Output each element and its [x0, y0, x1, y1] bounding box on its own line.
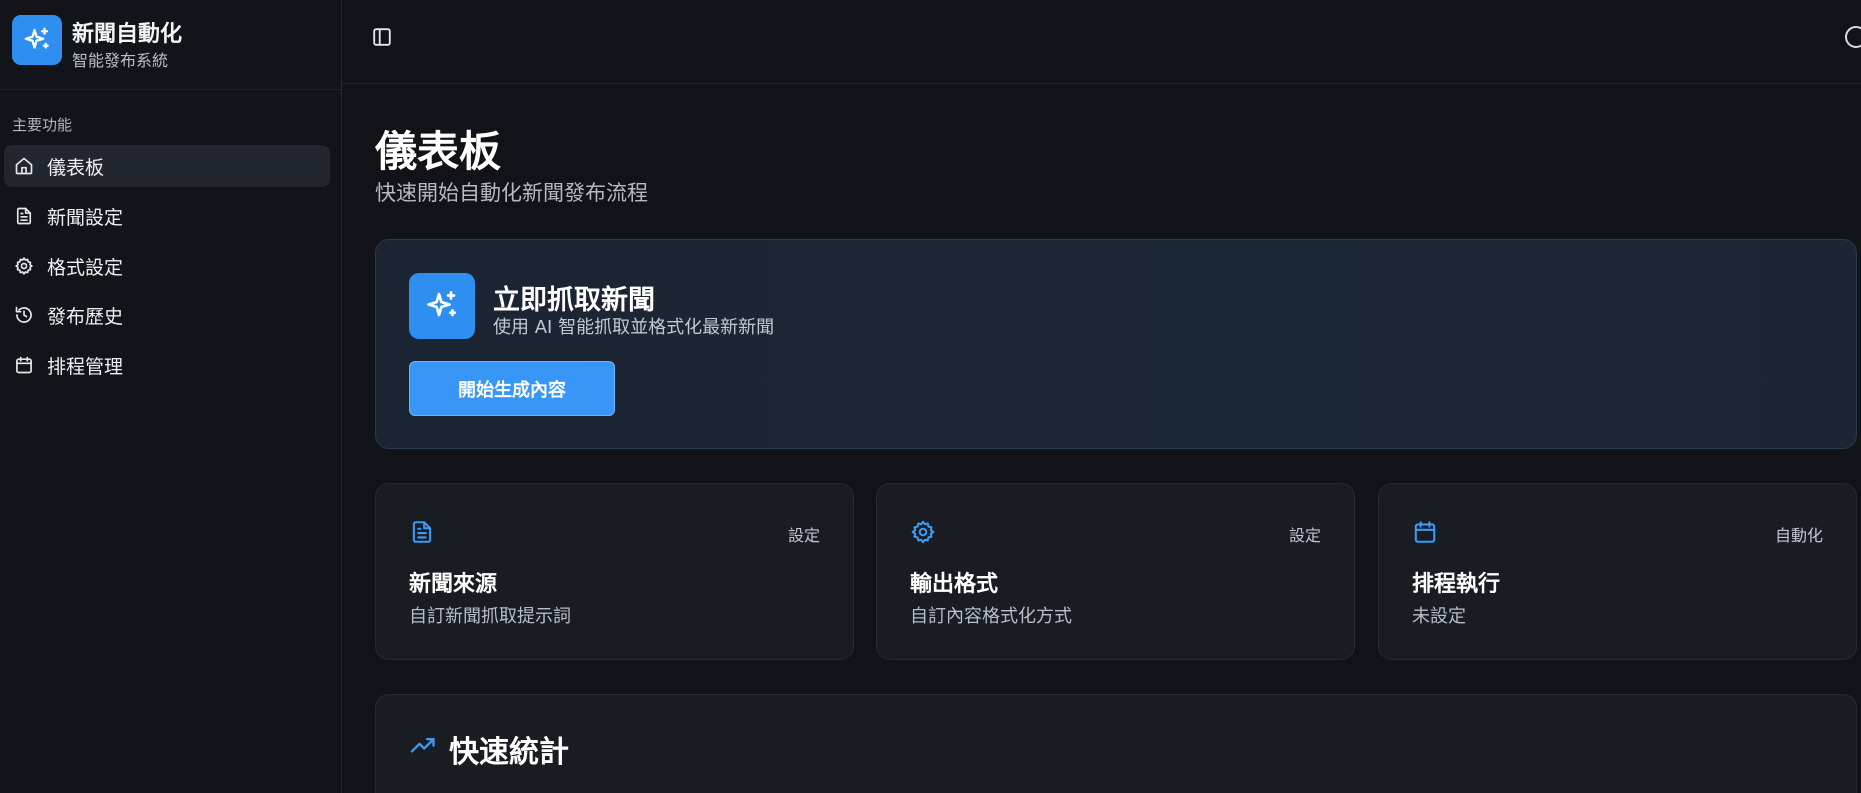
brand-title: 新聞自動化 — [72, 22, 183, 47]
document-icon — [13, 205, 35, 227]
hero-subtitle: 使用 AI 智能抓取並格式化最新新聞 — [493, 317, 775, 338]
calendar-icon — [1411, 518, 1439, 546]
hero-icon-box — [409, 273, 475, 339]
hero-card: 立即抓取新聞 使用 AI 智能抓取並格式化最新新聞 開始生成內容 — [375, 239, 1857, 449]
card-news-source[interactable]: 設定 新聞來源 自訂新聞抓取提示詞 — [375, 483, 854, 660]
app-root: 新聞自動化 智能發布系統 主要功能 儀表板 新聞設定 格式設定 發布歷史 排程管… — [0, 0, 1861, 793]
document-icon — [408, 518, 436, 546]
gear-icon — [13, 255, 35, 277]
hero-title: 立即抓取新聞 — [493, 285, 655, 316]
sidebar-item-publish-history[interactable]: 發布歷史 — [4, 294, 330, 336]
card-subtitle: 自訂內容格式化方式 — [910, 606, 1072, 627]
card-badge: 設定 — [1288, 526, 1321, 545]
sidebar-item-schedule[interactable]: 排程管理 — [4, 344, 330, 386]
card-title: 新聞來源 — [409, 572, 498, 597]
sidebar-item-dashboard[interactable]: 儀表板 — [4, 145, 330, 187]
card-subtitle: 未設定 — [1412, 606, 1466, 627]
sidebar-item-label: 儀表板 — [47, 156, 105, 179]
card-subtitle: 自訂新聞抓取提示詞 — [409, 606, 571, 627]
sidebar-item-label: 新聞設定 — [47, 206, 124, 229]
quick-stats-card: 快速統計 — [375, 694, 1857, 793]
sidebar-item-news-settings[interactable]: 新聞設定 — [4, 195, 330, 237]
sidebar-item-label: 發布歷史 — [47, 305, 124, 328]
sidebar: 新聞自動化 智能發布系統 主要功能 儀表板 新聞設定 格式設定 發布歷史 排程管… — [0, 0, 342, 793]
sidebar-toggle-button[interactable] — [369, 24, 395, 50]
trending-up-icon — [409, 731, 437, 759]
card-schedule[interactable]: 自動化 排程執行 未設定 — [1378, 483, 1857, 660]
sidebar-item-format-settings[interactable]: 格式設定 — [4, 245, 330, 287]
brand-header: 新聞自動化 智能發布系統 — [0, 0, 341, 90]
sparkles-icon — [427, 291, 457, 317]
card-output-format[interactable]: 設定 輸出格式 自訂內容格式化方式 — [876, 483, 1355, 660]
card-badge: 自動化 — [1774, 526, 1823, 545]
gear-icon — [909, 518, 937, 546]
brand-subtitle: 智能發布系統 — [72, 51, 169, 70]
sidebar-toggle-icon — [373, 28, 391, 46]
page-title: 儀表板 — [375, 127, 502, 176]
nav-section-label: 主要功能 — [12, 116, 73, 134]
sidebar-item-label: 格式設定 — [47, 256, 124, 279]
calendar-icon — [13, 354, 35, 376]
top-bar — [342, 0, 1861, 84]
history-icon — [13, 304, 35, 326]
card-title: 輸出格式 — [910, 572, 999, 597]
sparkles-icon — [24, 27, 49, 49]
start-generate-button[interactable]: 開始生成內容 — [409, 361, 615, 416]
stats-title: 快速統計 — [449, 735, 569, 770]
home-icon — [13, 155, 35, 177]
sidebar-item-label: 排程管理 — [47, 355, 124, 378]
card-badge: 設定 — [787, 526, 820, 545]
brand-logo — [12, 15, 62, 65]
page-subtitle: 快速開始自動化新聞發布流程 — [375, 181, 648, 205]
card-title: 排程執行 — [1412, 572, 1501, 597]
user-circle-icon[interactable] — [1845, 26, 1861, 48]
